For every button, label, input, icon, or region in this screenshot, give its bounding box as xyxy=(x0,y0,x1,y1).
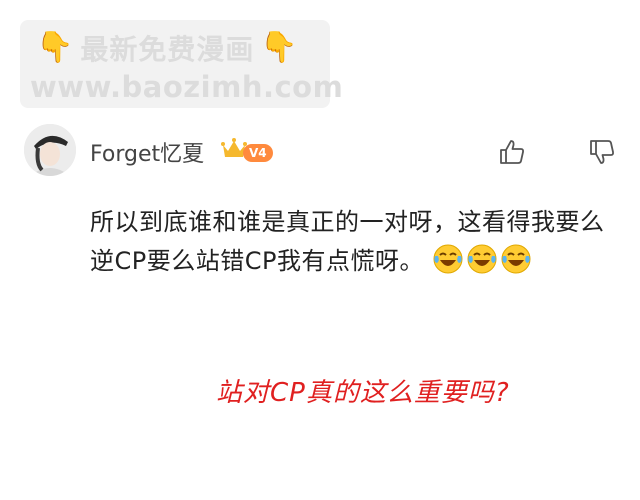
watermark-title: 最新免费漫画 xyxy=(80,33,255,66)
thumbs-down-icon xyxy=(590,140,614,164)
handwritten-annotation: 站对CP真的这么重要吗? xyxy=(216,378,510,408)
avatar[interactable] xyxy=(24,124,76,176)
watermark-line1: 👇 最新免费漫画 👇 xyxy=(36,30,299,67)
comment-body: 所以到底谁和谁是真正的一对呀，这看得我要么逆CP要么站错CP我有点慌呀。 xyxy=(90,203,625,281)
laughing-crying-emoji-icon xyxy=(501,244,531,274)
dislike-button[interactable] xyxy=(588,138,616,166)
laughing-crying-emoji-icon xyxy=(433,244,463,274)
thumbs-up-icon xyxy=(500,140,524,164)
pointing-down-icon: 👇 xyxy=(260,30,299,65)
vip-level-badge: V4 xyxy=(243,144,273,162)
pointing-down-icon: 👇 xyxy=(36,30,75,65)
laughing-crying-emoji-icon xyxy=(467,244,497,274)
username[interactable]: Forget忆夏 xyxy=(90,136,204,168)
like-button[interactable] xyxy=(498,138,526,166)
watermark-box: 👇 最新免费漫画 👇 www.baozimh.com xyxy=(20,20,343,108)
watermark-url: www.baozimh.com xyxy=(30,70,344,104)
